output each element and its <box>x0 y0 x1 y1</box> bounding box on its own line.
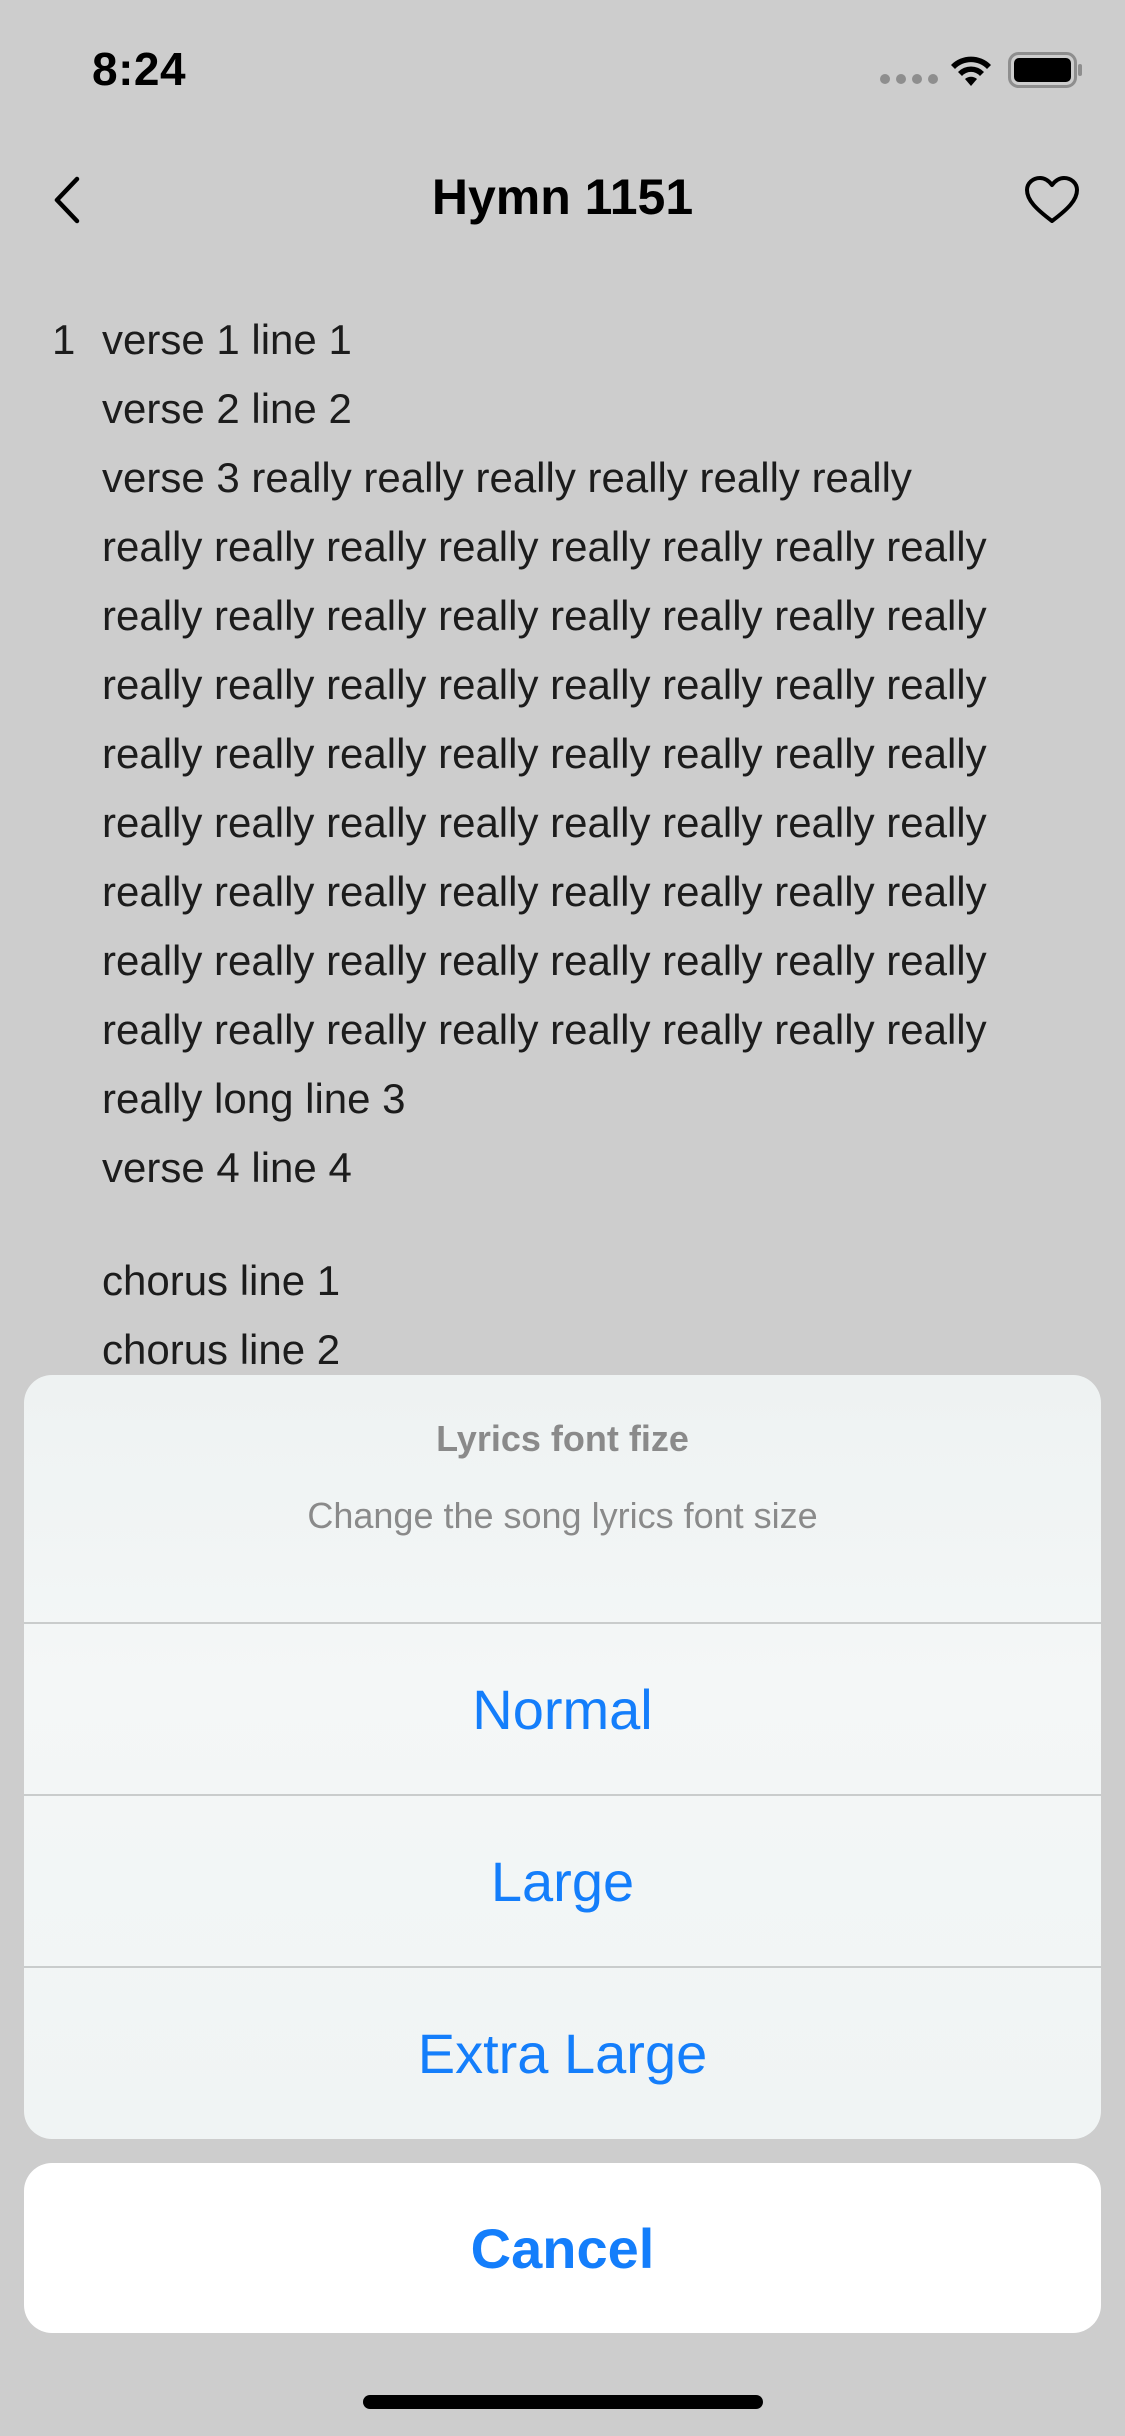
nav-bar: Hymn 1151 <box>0 150 1125 250</box>
page-title: Hymn 1151 <box>431 169 694 225</box>
option-normal-button[interactable]: Normal <box>24 1624 1101 1796</box>
action-sheet-message: Change the song lyrics font size <box>307 1495 818 1536</box>
action-sheet-header: Lyrics font fize Change the song lyrics … <box>24 1375 1101 1624</box>
lyric-line: really really really really really reall… <box>102 1006 987 1053</box>
lyric-line: verse 2 line 2 <box>102 385 352 432</box>
chorus: chorus line 1 chorus line 2 <box>0 1246 1125 1384</box>
signal-dots-icon <box>880 74 938 84</box>
lyric-line: verse 3 really really really really real… <box>102 454 912 501</box>
lyric-line: verse 1 line 1 <box>102 316 352 363</box>
option-large-button[interactable]: Large <box>24 1796 1101 1968</box>
verse: 1 verse 1 line 1 verse 2 line 2 verse 3 … <box>0 305 1125 1202</box>
lyric-line: really really really really really reall… <box>102 523 987 570</box>
lyric-line: really really really really really reall… <box>102 592 987 639</box>
lyric-line: really really really really really reall… <box>102 937 987 984</box>
chorus-line: chorus line 2 <box>102 1326 341 1373</box>
option-extra-large-button[interactable]: Extra Large <box>24 1968 1101 2138</box>
action-sheet: Lyrics font fize Change the song lyrics … <box>24 1375 1101 2139</box>
verse-number: 1 <box>52 316 76 363</box>
lyric-line: verse 4 line 4 <box>102 1144 352 1191</box>
status-time: 8:24 <box>92 43 187 95</box>
lyric-line: really really really really really reall… <box>102 661 987 708</box>
cancel-button[interactable]: Cancel <box>24 2163 1101 2333</box>
lyric-line: really really really really really reall… <box>102 868 987 915</box>
lyric-line: really long line 3 <box>102 1075 406 1122</box>
heart-outline-icon <box>1025 176 1079 223</box>
lyric-line: really really really really really reall… <box>102 730 987 777</box>
chorus-line: chorus line 1 <box>102 1257 341 1304</box>
favorite-button[interactable] <box>1020 170 1084 230</box>
lyric-line: really really really really really reall… <box>102 799 987 846</box>
home-indicator[interactable] <box>363 2395 763 2409</box>
lyrics-content: 1 verse 1 line 1 verse 2 line 2 verse 3 … <box>0 305 1125 1384</box>
action-sheet-title: Lyrics font fize <box>436 1418 689 1459</box>
wifi-icon <box>951 56 991 86</box>
status-bar: 8:24 <box>0 0 1125 132</box>
battery-icon <box>1008 52 1082 88</box>
